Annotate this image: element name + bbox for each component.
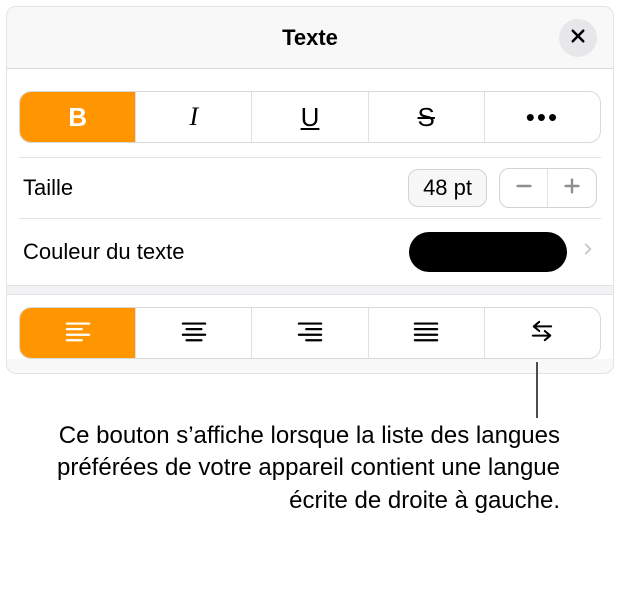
align-justify-icon [413,318,439,349]
close-icon [569,27,587,50]
align-left-button[interactable] [20,308,136,358]
text-color-label: Couleur du texte [23,239,409,265]
callout-text: Ce bouton s’affiche lorsque la liste des… [20,392,580,517]
size-row: Taille 48 pt [19,157,601,219]
align-right-icon [297,318,323,349]
callout: Ce bouton s’affiche lorsque la liste des… [20,392,580,517]
size-label: Taille [23,175,408,201]
align-center-icon [181,318,207,349]
minus-icon [513,175,535,202]
bold-button[interactable]: B [20,92,136,142]
close-button[interactable] [559,19,597,57]
italic-button[interactable]: I [136,92,252,142]
panel-title: Texte [282,25,338,51]
size-decrement-button[interactable] [500,169,548,207]
align-justify-button[interactable] [369,308,485,358]
rtl-direction-icon [529,318,555,349]
panel-content: B I U S ••• Taille 48 pt [7,69,613,359]
titlebar: Texte [7,7,613,69]
callout-leader-line [536,362,538,418]
text-style-segmented: B I U S ••• [19,91,601,143]
align-left-icon [65,318,91,349]
strikethrough-button[interactable]: S [369,92,485,142]
align-right-button[interactable] [252,308,368,358]
align-center-button[interactable] [136,308,252,358]
group-divider [7,285,613,295]
plus-icon [561,175,583,202]
underline-button[interactable]: U [252,92,368,142]
alignment-segmented [19,307,601,359]
text-color-row[interactable]: Couleur du texte [19,219,601,285]
size-stepper [499,168,597,208]
more-styles-button[interactable]: ••• [485,92,600,142]
text-direction-button[interactable] [485,308,600,358]
text-color-swatch[interactable] [409,232,567,272]
chevron-right-icon [581,238,595,266]
text-format-panel: Texte B I U S ••• Taille 48 pt [6,6,614,374]
size-value-field[interactable]: 48 pt [408,169,487,207]
size-increment-button[interactable] [548,169,596,207]
